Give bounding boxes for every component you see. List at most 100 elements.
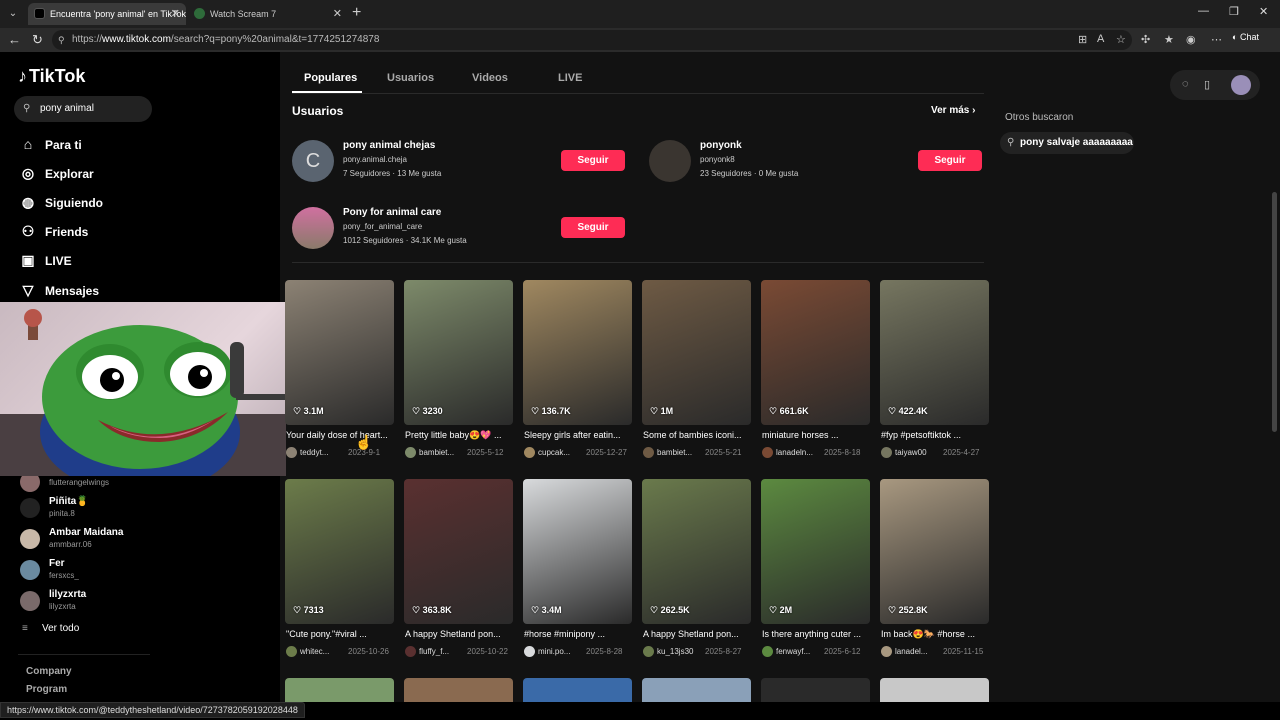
see-all-link[interactable]: ≡ Ver todo <box>22 623 79 634</box>
app-available-icon[interactable]: ⊞ <box>1078 33 1087 46</box>
video-thumbnail[interactable] <box>523 479 632 624</box>
device-icon[interactable]: ▯ <box>1204 78 1210 91</box>
favorite-star-icon[interactable]: ☆ <box>1116 33 1126 46</box>
url-field[interactable]: ⚲ https://www.tiktok.com/search?q=pony%2… <box>52 30 1132 50</box>
video-thumbnail[interactable] <box>642 678 751 702</box>
tab-videos[interactable]: Videos <box>472 72 508 84</box>
video-thumbnail[interactable] <box>761 678 870 702</box>
video-author[interactable]: bambiet... 2025-5-12 <box>405 447 513 459</box>
coins-icon[interactable]: ◌ <box>1182 78 1189 90</box>
likes-value: 422.4K <box>898 406 928 416</box>
video-thumbnail[interactable] <box>642 280 751 425</box>
related-search-chip[interactable]: ⚲ pony salvaje aaaaaaaaa <box>1000 132 1134 154</box>
close-tab-icon[interactable]: ✕ <box>333 3 342 25</box>
video-author[interactable]: lanadeln... 2025-8-18 <box>762 447 870 459</box>
video-thumbnail[interactable] <box>880 678 989 702</box>
follow-button[interactable]: Seguir <box>561 150 625 171</box>
nav-para-ti[interactable]: ⌂ Para ti <box>18 134 82 154</box>
footer-company-link[interactable]: Company <box>26 666 72 677</box>
video-author[interactable]: teddyt... 2023-9-1 <box>286 447 394 459</box>
avatar <box>649 140 691 182</box>
tab-list-button[interactable]: ⌄ <box>4 5 22 23</box>
nav-live[interactable]: ▣ LIVE <box>18 250 71 270</box>
video-caption[interactable]: Is there anything cuter ... <box>762 629 870 639</box>
url-prefix: https:// <box>72 34 103 45</box>
more-options-icon[interactable]: ⋯ <box>1211 33 1222 46</box>
reload-icon[interactable]: ↻ <box>32 32 43 48</box>
maximize-icon[interactable]: ❐ <box>1229 5 1239 18</box>
tab-watch-scream[interactable]: Watch Scream 7 ✕ <box>188 3 348 25</box>
video-thumbnail[interactable] <box>761 479 870 624</box>
likes-count: ♡ 3.4M <box>531 605 562 616</box>
close-tab-icon[interactable]: ✕ <box>171 3 180 25</box>
site-info-icon[interactable]: ⚲ <box>58 30 65 50</box>
author-name: lanadeln... <box>776 448 813 457</box>
video-caption[interactable]: Pretty little baby😍💖 ... <box>405 430 513 441</box>
video-author[interactable]: ku_13js30 2025-8-27 <box>643 646 751 658</box>
video-author[interactable]: whitec... 2025-10-26 <box>286 646 394 658</box>
minimize-icon[interactable]: — <box>1198 5 1209 17</box>
nav-siguiendo[interactable]: ◍ Siguiendo <box>18 192 103 212</box>
tab-populares[interactable]: Populares <box>304 72 357 84</box>
extensions-icon[interactable]: ✣ <box>1141 33 1150 46</box>
video-caption[interactable]: A happy Shetland pon... <box>405 629 513 639</box>
video-author[interactable]: cupcak... 2025-12-27 <box>524 447 632 459</box>
follow-button[interactable]: Seguir <box>918 150 982 171</box>
video-thumbnail[interactable] <box>285 280 394 425</box>
profile-avatar[interactable]: ◉ <box>1186 33 1196 46</box>
follow-button[interactable]: Seguir <box>561 217 625 238</box>
video-thumbnail[interactable] <box>642 479 751 624</box>
video-thumbnail[interactable] <box>404 479 513 624</box>
scrollbar[interactable] <box>1272 192 1277 432</box>
video-thumbnail[interactable] <box>761 280 870 425</box>
profile-avatar[interactable] <box>1231 75 1251 95</box>
tab-tiktok[interactable]: Encuentra 'pony animal' en TikTok ✕ <box>28 3 186 25</box>
new-tab-icon[interactable]: + <box>352 4 361 22</box>
video-thumbnail[interactable] <box>523 678 632 702</box>
nav-explorar[interactable]: ◎ Explorar <box>18 163 94 183</box>
video-caption[interactable]: #fyp #petsoftiktok ... <box>881 430 989 440</box>
footer-program-link[interactable]: Program <box>26 684 67 695</box>
nav-mensajes[interactable]: ▽ Mensajes <box>18 280 99 300</box>
compass-icon: ◎ <box>21 165 35 181</box>
video-caption[interactable]: miniature horses ... <box>762 430 870 440</box>
likes-value: 136.7K <box>541 406 571 416</box>
avatar <box>643 447 654 458</box>
video-thumbnail[interactable] <box>285 678 394 702</box>
video-author[interactable]: mini.po... 2025-8-28 <box>524 646 632 658</box>
video-caption[interactable]: Your daily dose of heart... <box>286 430 394 440</box>
account-handle: ammbarr.06 <box>49 540 92 549</box>
video-caption[interactable]: A happy Shetland pon... <box>643 629 751 639</box>
video-caption[interactable]: Some of bambies iconi... <box>643 430 751 440</box>
likes-value: 252.8K <box>898 605 928 615</box>
tab-usuarios[interactable]: Usuarios <box>387 72 434 84</box>
favorites-icon[interactable]: ★ <box>1164 33 1174 46</box>
back-icon[interactable]: ← <box>8 32 21 47</box>
copilot-chat-button[interactable]: ◐ Chat <box>1232 32 1259 42</box>
video-date: 2025-10-26 <box>348 647 389 656</box>
search-input[interactable]: ⚲ pony animal <box>14 96 152 122</box>
tab-live[interactable]: LIVE <box>558 72 582 84</box>
video-thumbnail[interactable] <box>880 280 989 425</box>
video-caption[interactable]: Im back😍🐎 #horse ... <box>881 629 989 640</box>
video-thumbnail[interactable] <box>404 678 513 702</box>
author-name: whitec... <box>300 647 330 656</box>
video-thumbnail[interactable] <box>404 280 513 425</box>
nav-friends[interactable]: ⚇ Friends <box>18 221 89 241</box>
video-thumbnail[interactable] <box>523 280 632 425</box>
translate-icon[interactable]: A <box>1097 33 1104 45</box>
video-author[interactable]: bambiet... 2025-5-21 <box>643 447 751 459</box>
close-window-icon[interactable]: ✕ <box>1259 5 1268 18</box>
video-caption[interactable]: "Cute pony."#viral ... <box>286 629 394 639</box>
video-author[interactable]: fluffy_f... 2025-10-22 <box>405 646 513 658</box>
video-author[interactable]: lanadel... 2025-11-15 <box>881 646 989 658</box>
video-caption[interactable]: #horse #minipony ... <box>524 629 632 639</box>
video-author[interactable]: taiyaw00 2025-4-27 <box>881 447 989 459</box>
video-caption[interactable]: Sleepy girls after eatin... <box>524 430 632 440</box>
video-author[interactable]: fenwayf... 2025-6-12 <box>762 646 870 658</box>
tiktok-logo[interactable]: ♪ TikTok <box>18 66 85 87</box>
see-more-link[interactable]: Ver más › <box>931 105 976 116</box>
video-thumbnail[interactable] <box>880 479 989 624</box>
video-thumbnail[interactable] <box>285 479 394 624</box>
search-value: pony animal <box>40 103 94 114</box>
